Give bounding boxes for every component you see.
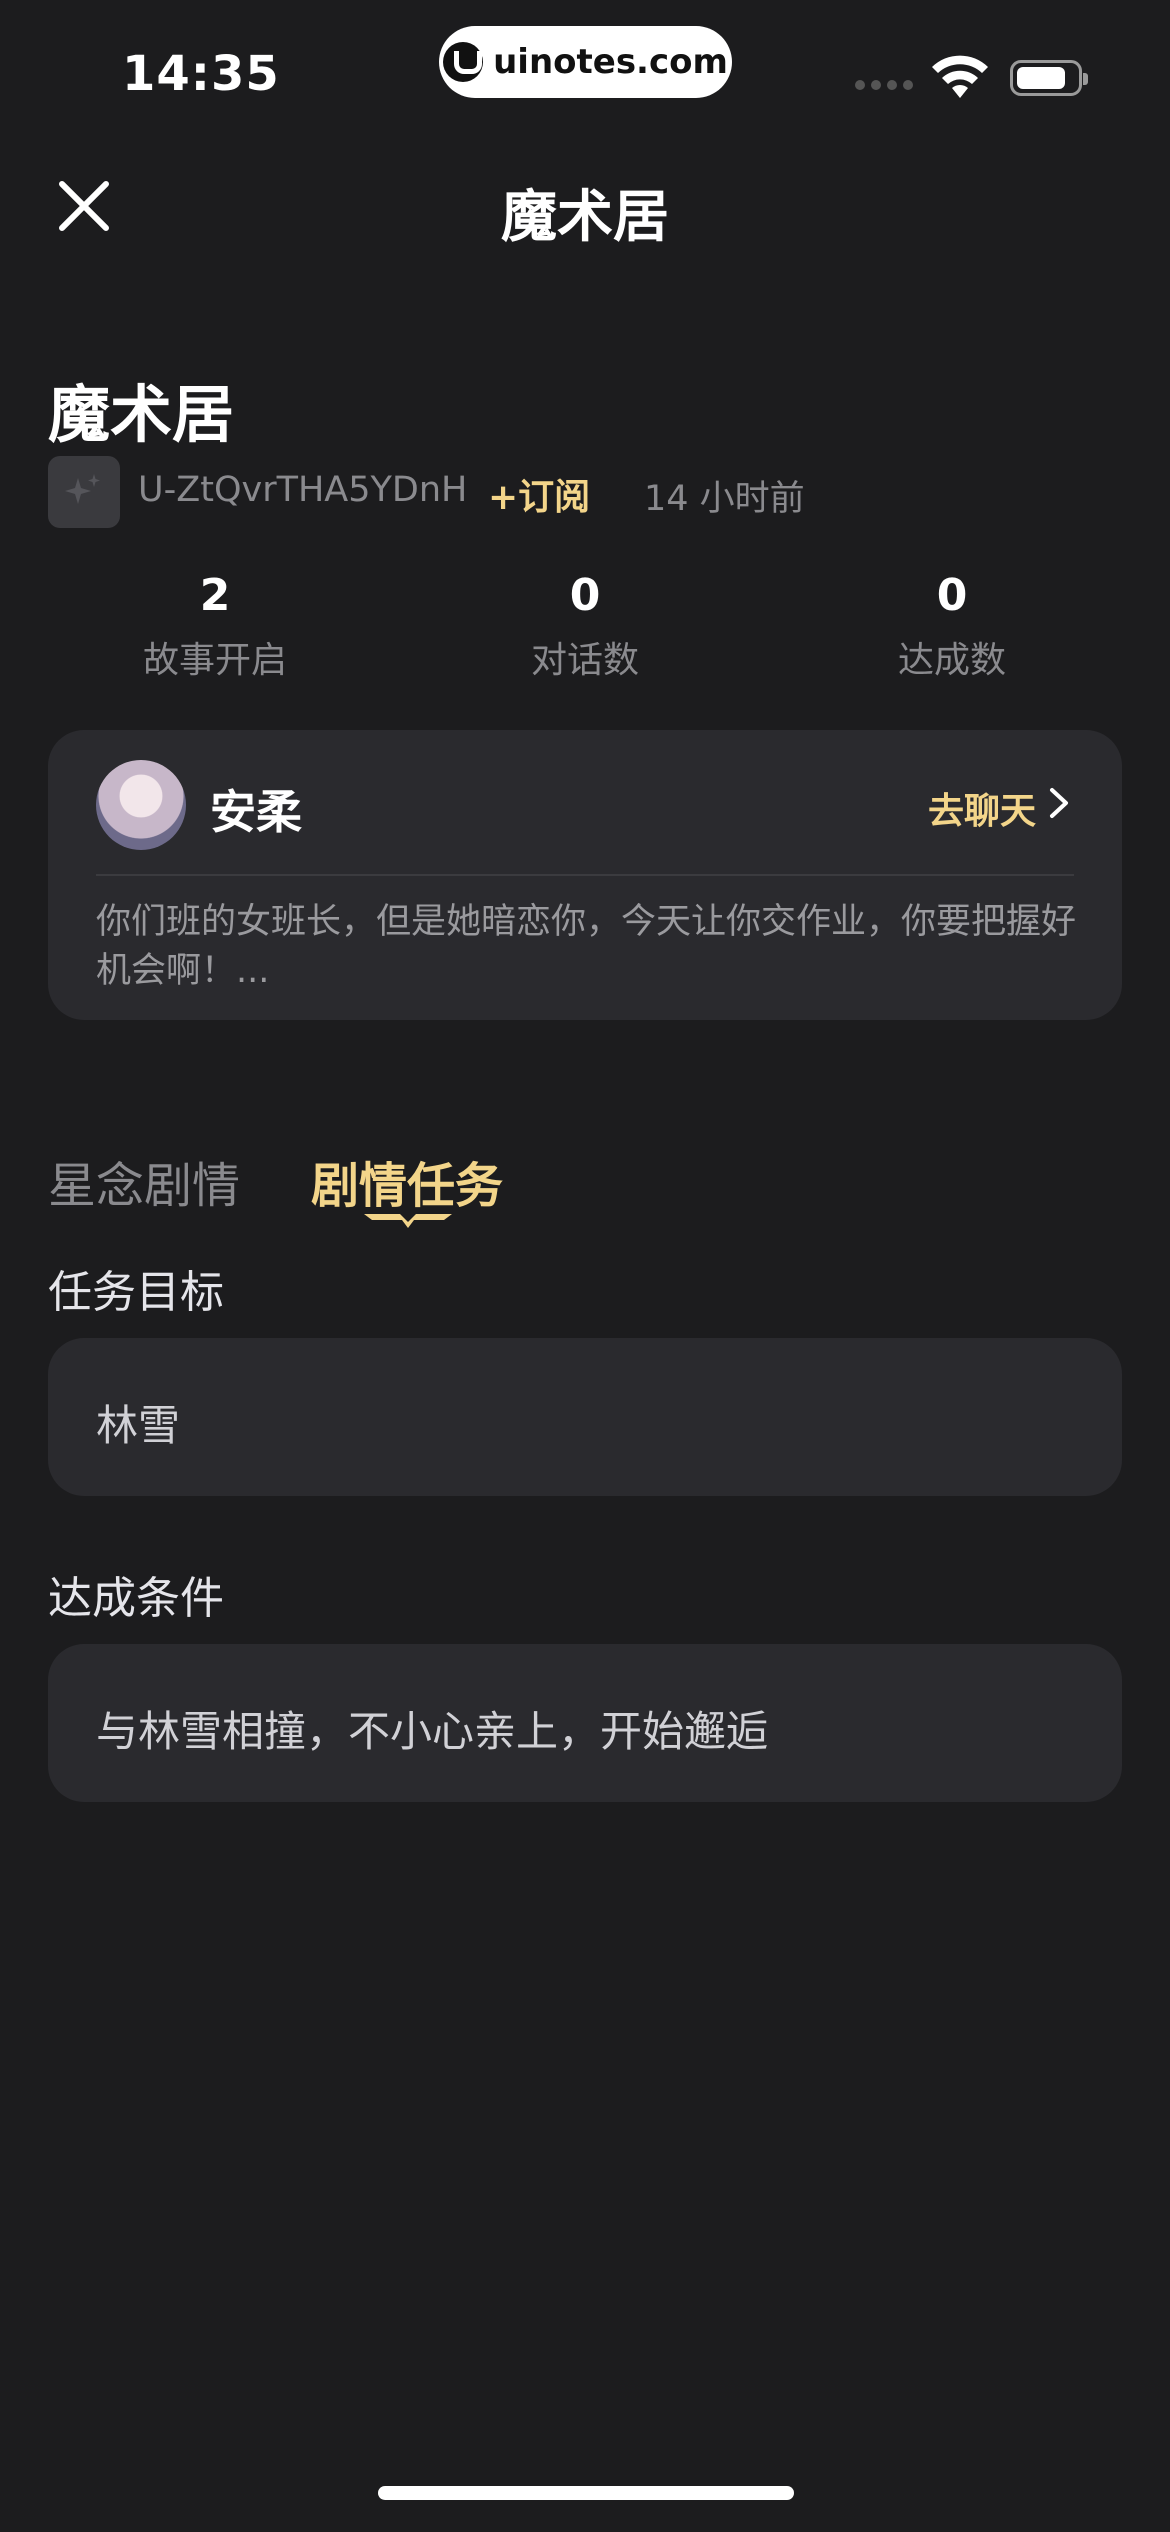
chevron-right-icon[interactable] <box>1046 786 1072 820</box>
stat-achievements: 0 达成数 <box>822 570 1082 683</box>
sparkle-icon <box>65 474 100 504</box>
watermark-text: uinotes.com <box>493 42 728 82</box>
status-time: 14:35 <box>122 46 280 102</box>
stat-value: 0 <box>569 570 601 621</box>
active-tab-indicator <box>364 1214 452 1228</box>
uinotes-logo-icon <box>443 42 484 82</box>
stat-value: 0 <box>936 570 968 621</box>
card-divider <box>96 874 1074 876</box>
subscribe-button[interactable]: +订阅 <box>488 468 590 520</box>
goal-field <box>48 1338 1122 1496</box>
character-avatar[interactable] <box>96 760 186 850</box>
tab-star-story[interactable]: 星念剧情 <box>48 1146 240 1216</box>
battery-icon <box>1010 60 1088 96</box>
stat-conversations: 0 对话数 <box>455 570 715 683</box>
character-name: 安柔 <box>210 785 302 839</box>
tab-story-tasks[interactable]: 剧情任务 <box>311 1146 503 1216</box>
go-chat-button[interactable]: 去聊天 <box>928 782 1036 834</box>
goal-value: 林雪 <box>96 1401 181 1450</box>
goal-label: 任务目标 <box>48 1267 224 1318</box>
publish-time: 14 小时前 <box>644 479 805 519</box>
stat-value: 2 <box>199 570 231 621</box>
nav-title: 魔术居 <box>501 185 669 250</box>
author-name[interactable]: U-ZtQvrTHA5YDnH <box>138 470 467 510</box>
condition-value: 与林雪相撞，不小心亲上，开始邂逅 <box>96 1707 769 1756</box>
author-avatar[interactable] <box>48 456 120 528</box>
character-description: 你们班的女班长，但是她暗恋你，今天让你交作业，你要把握好机会啊！... <box>96 902 1077 991</box>
home-indicator[interactable] <box>378 2486 794 2500</box>
story-title: 魔术居 <box>48 378 235 451</box>
stat-label: 对话数 <box>530 640 639 681</box>
watermark-pill: uinotes.com <box>439 26 732 98</box>
stat-label: 达成数 <box>897 640 1006 681</box>
wifi-icon <box>932 55 988 98</box>
stat-stories-opened: 2 故事开启 <box>85 570 345 683</box>
cellular-signal-icon <box>855 80 913 90</box>
condition-label: 达成条件 <box>48 1573 224 1624</box>
stat-label: 故事开启 <box>142 640 287 681</box>
